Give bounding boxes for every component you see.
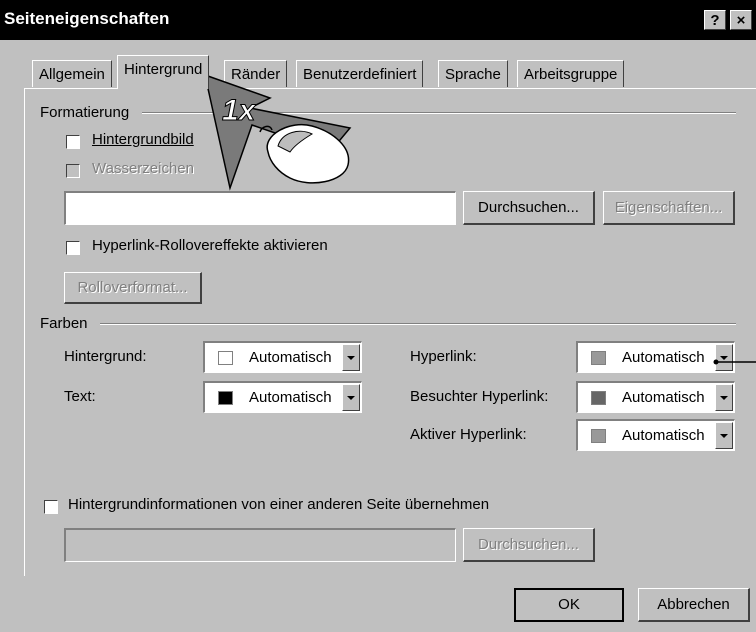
click-count-label: 1x <box>222 94 257 127</box>
callout-dot <box>713 359 719 365</box>
page-properties-dialog: Seiteneigenschaften ? × Allgemein Hinter… <box>0 0 756 632</box>
tab-hintergrund[interactable]: Hintergrund <box>117 55 210 89</box>
click-annotation-overlay: 1x <box>203 73 756 365</box>
